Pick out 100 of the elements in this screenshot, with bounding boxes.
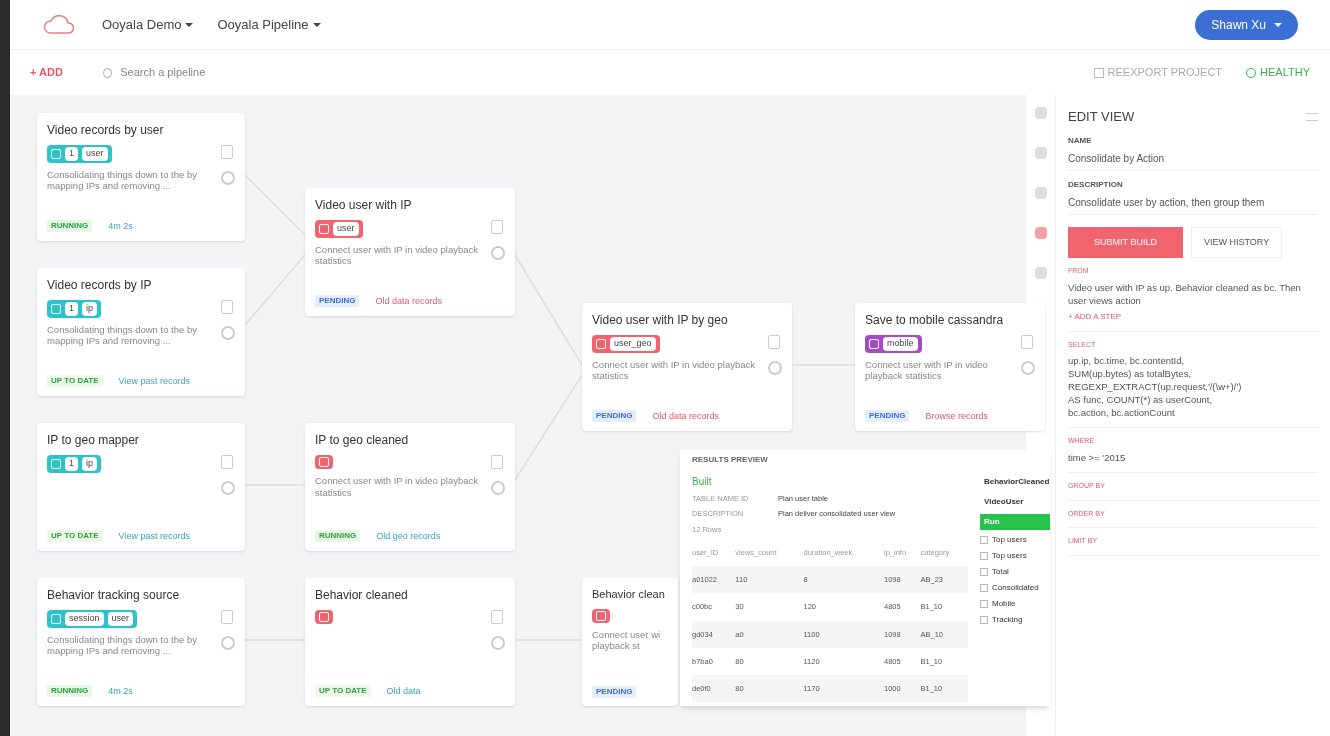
pipeline-node[interactable]: Video user with IP by geo user_geo Connect user with IP in video playback statistics PENDING Old data records xyxy=(582,303,792,431)
document-icon[interactable] xyxy=(491,610,503,624)
status-label: PENDING xyxy=(592,686,637,698)
source-item[interactable]: Top users xyxy=(980,534,1050,546)
node-title: Video user with IP xyxy=(315,197,413,214)
square-icon xyxy=(51,303,61,314)
source-item[interactable]: Top users xyxy=(980,550,1050,562)
gear-icon[interactable] xyxy=(221,481,235,495)
pipeline-node[interactable]: Video records by IP 1 ip Consolidating things down to the by mapping IPs and removing ... UP TO DATE View past records xyxy=(37,268,245,396)
status-label: RUNNING xyxy=(47,220,93,233)
square-icon xyxy=(319,457,329,467)
pipeline-node[interactable]: Video user with IP user Connect user with IP in video playback statistics PENDING Old data records xyxy=(305,188,515,316)
user-menu[interactable]: Shawn Xu xyxy=(1195,9,1298,40)
tool-icon[interactable] xyxy=(1034,227,1047,239)
records-link[interactable]: Old data records xyxy=(375,294,442,308)
gear-icon[interactable] xyxy=(221,326,235,340)
square-icon xyxy=(596,610,606,621)
node-title: IP to geo cleaned xyxy=(315,432,410,449)
pipeline-node[interactable]: Save to mobile cassandra mobile Connect user with IP in video playback statistics PENDING Browse records xyxy=(855,303,1045,431)
status-label: UP TO DATE xyxy=(315,685,371,698)
status-label: PENDING xyxy=(865,410,910,423)
pipeline-node[interactable]: Behavior clean Connect user wi playback st PENDING xyxy=(582,578,678,706)
records-link[interactable]: Old data records xyxy=(652,409,719,423)
pipeline-node[interactable]: IP to geo mapper 1 ip UP TO DATE View past records xyxy=(37,423,245,551)
add-step-link[interactable]: + ADD A STEP xyxy=(1068,310,1318,323)
square-icon xyxy=(319,223,329,234)
source-item[interactable]: VideoUser xyxy=(980,494,1050,510)
section-text[interactable]: Video user with IP as up. Behavior cleaned as bc. Then user views action xyxy=(1068,280,1318,307)
square-icon xyxy=(596,338,606,349)
pipeline-node[interactable]: Behavior cleaned UP TO DATE Old data xyxy=(305,578,515,706)
checkbox-icon xyxy=(980,600,988,608)
tag-chip: ip xyxy=(82,457,98,471)
gear-icon[interactable] xyxy=(1021,361,1035,375)
pipeline-node[interactable]: IP to geo cleaned Connect user with IP in video playback statistics RUNNING Old geo records xyxy=(305,423,515,551)
tag-chip: user xyxy=(82,147,108,161)
field-label: NAME xyxy=(1068,134,1093,147)
document-icon[interactable] xyxy=(221,300,233,314)
panel-title: EDIT VIEW xyxy=(1068,108,1135,126)
source-item[interactable]: BehaviorCleaned xyxy=(980,474,1050,490)
view-history-button[interactable]: VIEW HISTORY xyxy=(1191,226,1283,258)
tool-icon[interactable] xyxy=(1034,267,1047,279)
caret-icon xyxy=(1274,22,1282,27)
document-icon[interactable] xyxy=(1021,335,1033,349)
tag-chip: user xyxy=(333,222,359,236)
caret-icon xyxy=(185,22,194,27)
records-link[interactable]: Browse records xyxy=(925,409,988,423)
section-text[interactable]: time >= '2015 xyxy=(1068,450,1318,464)
tag-chip: ip xyxy=(82,302,98,316)
document-icon[interactable] xyxy=(221,455,233,469)
search-field[interactable]: Search a pipeline xyxy=(120,64,323,81)
node-title: Video user with IP by geo xyxy=(592,312,729,329)
gear-icon[interactable] xyxy=(491,636,505,650)
project-menu[interactable]: Ooyala Pipeline xyxy=(217,14,321,35)
tag-chip: session xyxy=(65,612,104,626)
menu-icon[interactable] xyxy=(1306,112,1318,121)
connector-line xyxy=(244,174,306,236)
node-description: Consolidating things down to the by mapping IPs and removing ... xyxy=(47,168,198,193)
document-icon[interactable] xyxy=(768,335,780,349)
tool-icon[interactable] xyxy=(1034,187,1047,199)
gear-icon[interactable] xyxy=(221,636,235,650)
section-text[interactable]: up.ip, bc.time, bc.contentId, SUM(up.bytes) as totalBytes, REGEXP_EXTRACT(up.request,'/(\w+)/') AS func, COUNT(*) as userCount, bc.action, bc.actionCount xyxy=(1068,354,1318,420)
tag-chip: 1 xyxy=(65,302,78,316)
document-icon[interactable] xyxy=(221,610,233,624)
node-description: Connect user wi playback st xyxy=(592,628,662,653)
gear-icon[interactable] xyxy=(221,171,235,185)
field-value[interactable]: Consolidate by Action xyxy=(1068,146,1318,171)
square-icon xyxy=(869,338,879,349)
pipeline-node[interactable]: Behavior tracking source session user Consolidating things down to the by mapping IPs and removing ... RUNNING 4m 2s xyxy=(37,578,245,706)
tag-chip: 1 xyxy=(65,457,78,471)
tool-icon[interactable] xyxy=(1034,147,1047,159)
source-item[interactable]: Mobile xyxy=(980,598,1050,610)
node-description: Connect user with IP in video playback statistics xyxy=(315,243,479,268)
node-title: Behavior clean xyxy=(592,587,666,602)
gear-icon[interactable] xyxy=(768,361,782,375)
node-title: IP to geo mapper xyxy=(47,432,140,449)
node-description: Consolidating things down to the by mapping IPs and removing ... xyxy=(47,633,198,658)
document-icon[interactable] xyxy=(491,220,503,234)
gear-icon[interactable] xyxy=(491,246,505,260)
tag-chip: 1 xyxy=(65,147,78,161)
document-icon[interactable] xyxy=(491,455,503,469)
source-item[interactable]: Consolidated xyxy=(980,582,1050,594)
source-item[interactable]: Tracking xyxy=(980,614,1050,626)
tag-chip: mobile xyxy=(883,337,918,351)
gear-icon[interactable] xyxy=(491,481,505,495)
add-button[interactable]: + ADD xyxy=(30,64,63,81)
checkbox-icon xyxy=(980,536,988,544)
node-title: Save to mobile cassandra xyxy=(865,312,1005,329)
status-label: RUNNING xyxy=(47,685,93,698)
tool-icon[interactable] xyxy=(1034,107,1047,119)
checkbox-icon xyxy=(980,584,988,592)
checkbox-icon xyxy=(980,616,988,624)
field-value[interactable]: Consolidate user by action, then group them xyxy=(1068,190,1318,215)
pipeline-node[interactable]: Video records by user 1 user Consolidating things down to the by mapping IPs and removing ... RUNNING 4m 2s xyxy=(37,113,245,241)
source-item[interactable]: Total xyxy=(980,566,1050,578)
status-label: RUNNING xyxy=(315,530,361,543)
panel-tab[interactable]: RESULTS PREVIEW xyxy=(692,454,968,466)
node-description: Connect user with IP in video playback statistics xyxy=(592,358,756,383)
health-status: HEALTHY xyxy=(1246,64,1310,81)
project-menu[interactable]: Ooyala Demo xyxy=(102,14,194,35)
document-icon[interactable] xyxy=(221,145,233,159)
